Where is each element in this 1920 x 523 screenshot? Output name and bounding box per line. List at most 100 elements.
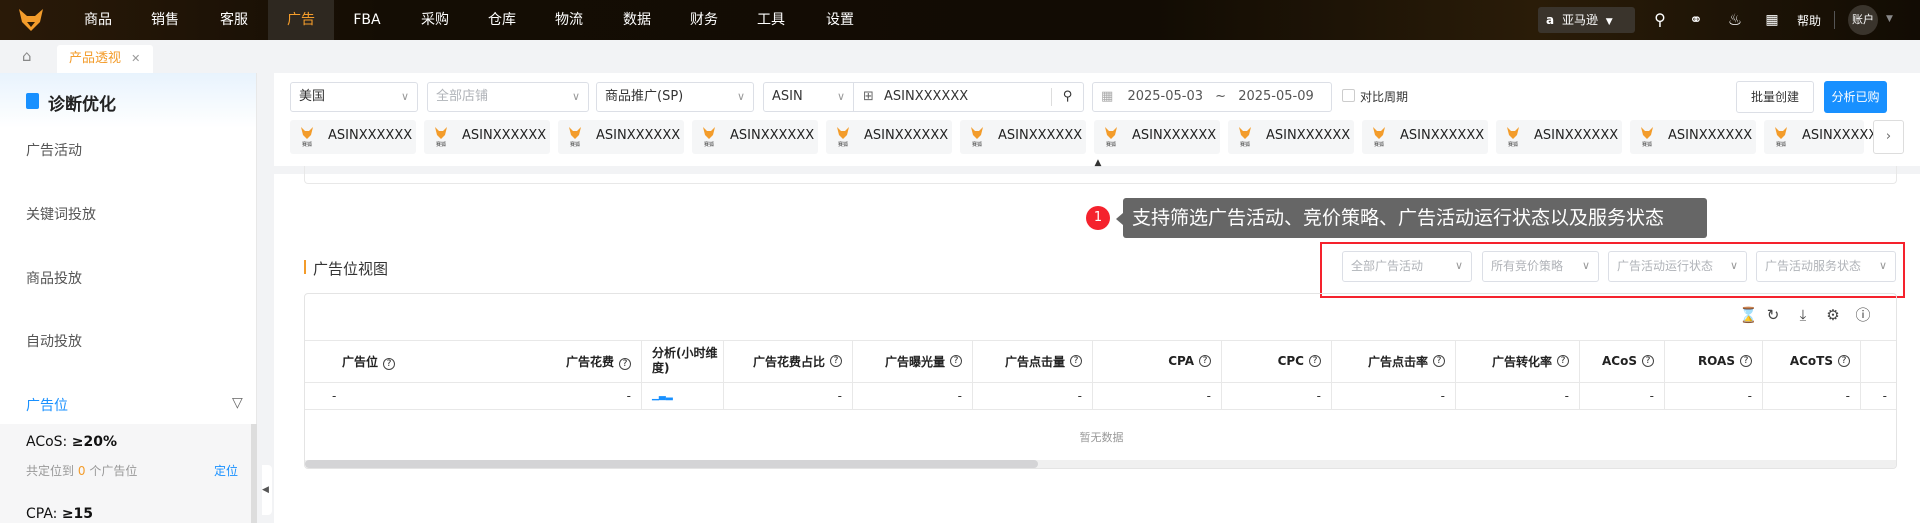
help-link[interactable]: 帮助 <box>1797 12 1821 29</box>
column-header[interactable]: 广告点击率? <box>1332 340 1456 382</box>
nav-purchase[interactable]: 采购 <box>421 0 449 40</box>
bell-icon[interactable]: ♨ <box>1725 10 1745 30</box>
svg-text:赛狐: 赛狐 <box>1642 141 1652 148</box>
asin-chip[interactable]: 赛狐 ASINXXXXXX <box>826 120 952 154</box>
store-select[interactable]: 全部店铺 ∨ <box>427 82 589 112</box>
refresh-icon[interactable]: ↻ <box>1764 306 1782 324</box>
help-icon: ? <box>1070 355 1082 367</box>
rule-note-suffix: 个广告位 <box>89 464 138 478</box>
nav-tools[interactable]: 工具 <box>757 0 785 40</box>
nav-finance[interactable]: 财务 <box>690 0 718 40</box>
search-icon[interactable]: ⚲ <box>1650 10 1670 30</box>
top-nav-bar: 商品 销售 客服 广告 FBA 采购 仓库 物流 数据 财务 工具 设置 a 亚… <box>0 0 1920 40</box>
account-avatar[interactable]: 账户 <box>1848 5 1878 35</box>
column-header[interactable]: CPC? <box>1222 340 1332 382</box>
column-header[interactable]: 广告位? 广告花费? <box>304 340 642 382</box>
bar-chart-icon[interactable]: ▁▃▂ <box>652 391 673 401</box>
asin-search-input[interactable]: ⊞ ASINXXXXXX ⚲ <box>853 82 1084 112</box>
rule-count: 0 <box>77 464 86 478</box>
fox-thumbnail-icon: 赛狐 <box>1105 127 1117 148</box>
nav-warehouse[interactable]: 仓库 <box>488 0 516 40</box>
horizontal-scrollbar-thumb[interactable] <box>305 460 1038 468</box>
country-select[interactable]: 美国 ∨ <box>290 82 418 112</box>
table-cell: - <box>1882 388 1887 403</box>
headset-icon[interactable]: ⚭ <box>1686 10 1706 30</box>
column-header[interactable]: CPA? <box>1093 340 1222 382</box>
column-header[interactable]: ROAS? <box>1665 340 1763 382</box>
caret-down-icon: ▼ <box>1605 17 1613 27</box>
asin-chip[interactable]: 赛狐 ASINXXXXXX <box>1362 120 1488 154</box>
tab-product-insight[interactable]: 产品透视 ✕ <box>57 45 153 73</box>
column-header[interactable]: ACoS? <box>1580 340 1665 382</box>
analyze-bought-button[interactable]: 分析已购 <box>1824 81 1887 113</box>
tooltip-arrow <box>1116 213 1123 225</box>
sidebar-item-auto[interactable]: 自动投放 <box>26 331 82 351</box>
fox-thumbnail-icon: 赛狐 <box>837 127 849 148</box>
filter-icon[interactable]: ▽ <box>232 395 243 411</box>
sidebar-scrollbar[interactable] <box>251 424 257 523</box>
compare-checkbox[interactable] <box>1342 89 1355 102</box>
asin-chip[interactable]: 赛狐 ASINXXXXXX <box>1094 120 1220 154</box>
sidebar-item-keywords[interactable]: 关键词投放 <box>26 204 96 224</box>
asin-list-icon: ⊞ <box>863 89 874 104</box>
asin-chip-label: ASINXXXXXX <box>1400 128 1485 143</box>
nav-service[interactable]: 客服 <box>220 0 248 40</box>
hourglass-icon[interactable]: ⌛ <box>1739 306 1758 324</box>
column-header[interactable]: 广告转化率? <box>1456 340 1580 382</box>
column-header[interactable]: 广告曝光量? <box>853 340 973 382</box>
table-cell: - <box>853 382 973 409</box>
nav-logistics[interactable]: 物流 <box>555 0 583 40</box>
sidebar-item-campaigns[interactable]: 广告活动 <box>26 140 82 160</box>
search-icon[interactable]: ⚲ <box>1051 88 1083 106</box>
column-header[interactable]: 广告点击量? <box>973 340 1093 382</box>
chips-next-button[interactable]: › <box>1873 120 1904 154</box>
nav-fba[interactable]: FBA <box>353 0 380 40</box>
locate-link[interactable]: 定位 <box>214 462 238 479</box>
search-type-select[interactable]: ASIN ∨ <box>763 82 854 112</box>
tab-close-icon[interactable]: ✕ <box>131 52 140 65</box>
fox-thumbnail-icon: 赛狐 <box>1507 127 1519 148</box>
platform-select[interactable]: a 亚马逊 ▼ <box>1538 7 1635 33</box>
collapse-sidebar-handle[interactable]: ◀ <box>262 465 272 515</box>
asin-chip[interactable]: 赛狐 ASINXXXXXX <box>558 120 684 154</box>
asin-chip[interactable]: 赛狐 ASINXXXXXX <box>1496 120 1622 154</box>
column-header[interactable]: 分析(小时维度) <box>642 340 724 382</box>
asin-chip[interactable]: 赛狐 ASINXXXXXX <box>424 120 550 154</box>
nav-settings[interactable]: 设置 <box>826 0 854 40</box>
asin-chip[interactable]: 赛狐 ASINXXXXXX <box>1630 120 1756 154</box>
column-header[interactable]: 广告花费占比? <box>724 340 853 382</box>
rule-label: CPA: <box>26 506 62 522</box>
help-icon: ? <box>1740 355 1752 367</box>
asin-chip[interactable]: 赛狐 ASINXXXXXX <box>290 120 416 154</box>
home-icon[interactable]: ⌂ <box>22 48 38 64</box>
asin-chip[interactable]: 赛狐 ASINXXXXXX <box>692 120 818 154</box>
help-icon: ? <box>1838 355 1850 367</box>
asin-chip-label: ASINXXXXXX <box>1534 128 1619 143</box>
grid-apps-icon[interactable]: ▦ <box>1762 10 1782 30</box>
asin-chip-label: ASINXXXXXX <box>1266 128 1351 143</box>
nav-goods[interactable]: 商品 <box>84 0 112 40</box>
help-icon: ? <box>1642 355 1654 367</box>
table-cell: ▁▃▂ <box>642 382 724 409</box>
asin-chip[interactable]: 赛狐 ASINXXXXX <box>1764 120 1877 154</box>
asin-chip[interactable]: 赛狐 ASINXXXXXX <box>1228 120 1354 154</box>
sidebar-item-products[interactable]: 商品投放 <box>26 268 82 288</box>
download-icon[interactable]: ⤓ <box>1794 306 1812 324</box>
help-icon[interactable]: ⓘ <box>1854 306 1872 324</box>
nav-sales[interactable]: 销售 <box>151 0 179 40</box>
asin-chip[interactable]: 赛狐 ASINXXXXXX <box>960 120 1086 154</box>
column-header[interactable] <box>1861 340 1897 382</box>
logo-fox-icon[interactable] <box>18 8 44 32</box>
column-header[interactable]: ACoTS? <box>1763 340 1861 382</box>
nav-data[interactable]: 数据 <box>623 0 651 40</box>
svg-text:赛狐: 赛狐 <box>302 141 312 148</box>
ad-type-select[interactable]: 商品推广(SP) ∨ <box>596 82 754 112</box>
date-range-picker[interactable]: ▦ 2025-05-03 ~ 2025-05-09 <box>1092 82 1332 112</box>
platform-label: 亚马逊 <box>1561 13 1598 27</box>
svg-text:赛狐: 赛狐 <box>570 141 580 148</box>
account-caret-icon[interactable]: ▼ <box>1886 14 1893 24</box>
nav-ads[interactable]: 广告 <box>287 0 315 40</box>
settings-icon[interactable]: ⚙ <box>1824 306 1842 324</box>
sidebar-item-placement[interactable]: 广告位 <box>26 395 68 415</box>
batch-create-button[interactable]: 批量创建 <box>1736 81 1814 113</box>
